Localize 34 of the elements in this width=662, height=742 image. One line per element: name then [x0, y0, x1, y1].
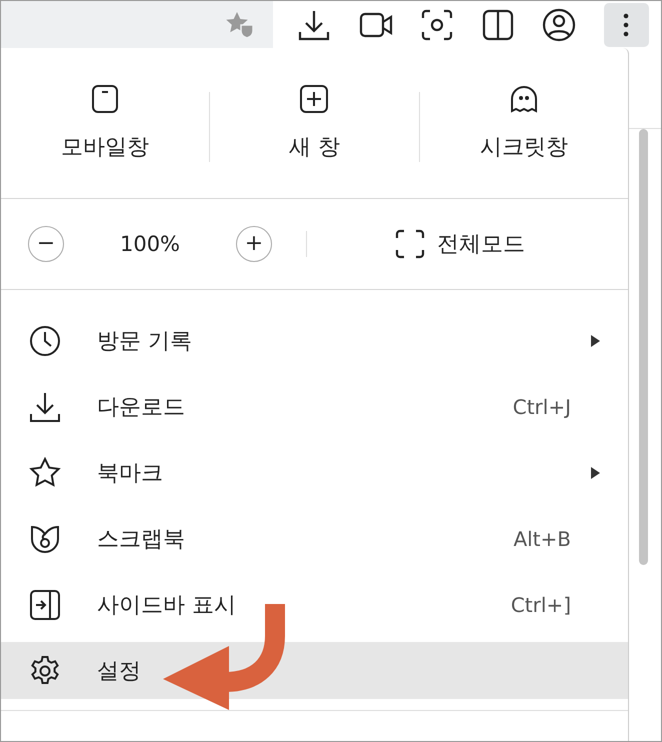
- screen-capture-icon[interactable]: [421, 8, 454, 40]
- fullscreen-icon: [395, 229, 425, 259]
- menu-item[interactable]: 다운로드 Ctrl+J: [1, 378, 628, 435]
- more-menu-button[interactable]: [604, 2, 649, 46]
- more-icon: [623, 12, 630, 36]
- zoom-level: 100%: [118, 232, 182, 256]
- zoom-in-button[interactable]: +: [236, 226, 272, 262]
- mobile-window-icon: [91, 84, 120, 114]
- shortcut-text: Ctrl+J: [512, 394, 571, 418]
- menu-item[interactable]: 사이드바 표시 Ctrl+]: [1, 576, 628, 633]
- sidebar-icon: [29, 588, 61, 620]
- clock-icon: [29, 324, 61, 356]
- ghost-icon: [508, 84, 539, 114]
- new-window-icon: [299, 84, 330, 114]
- quick-action-button[interactable]: 시크릿창: [420, 84, 628, 162]
- star-icon: [29, 456, 61, 488]
- menu-item[interactable]: 북마크: [1, 444, 628, 501]
- quick-action-button[interactable]: 모바일창: [1, 84, 210, 162]
- quick-action-button[interactable]: 새 창: [210, 84, 419, 162]
- menu-item[interactable]: 설정: [1, 642, 628, 699]
- shortcut-text: Alt+B: [513, 526, 571, 550]
- submenu-caret-icon: [591, 466, 600, 478]
- submenu-caret-icon: [591, 334, 600, 346]
- menu-item[interactable]: 방문 기록: [1, 312, 628, 369]
- menu-item[interactable]: 스크랩북 Alt+B: [1, 510, 628, 567]
- scrollbar[interactable]: [639, 129, 648, 565]
- download-icon: [29, 390, 61, 422]
- shortcut-text: Ctrl+]: [510, 592, 571, 616]
- fullscreen-button[interactable]: 전체모드: [395, 229, 525, 259]
- split-view-icon[interactable]: [482, 8, 514, 40]
- zoom-out-button[interactable]: −: [28, 226, 64, 262]
- star-shield-icon[interactable]: [225, 10, 255, 38]
- settings-icon: [29, 654, 61, 686]
- profile-icon[interactable]: [542, 8, 576, 42]
